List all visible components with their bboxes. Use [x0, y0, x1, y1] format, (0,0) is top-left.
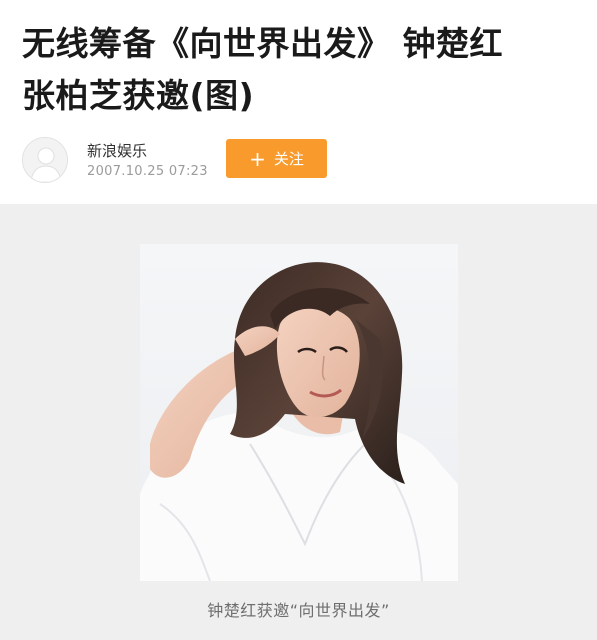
- article-photo[interactable]: [140, 244, 458, 581]
- article-page: 无线筹备《向世界出发》 钟楚红 张柏芝获邀(图) 新浪娱乐 2007.10.25…: [0, 0, 597, 640]
- article-header: 无线筹备《向世界出发》 钟楚红 张柏芝获邀(图) 新浪娱乐 2007.10.25…: [0, 0, 597, 204]
- photo-caption: 钟楚红获邀“向世界出发”: [207, 601, 390, 620]
- title-line-1: 无线筹备《向世界出发》 钟楚红: [22, 24, 503, 63]
- follow-button[interactable]: + 关注: [226, 139, 327, 178]
- follow-label: 关注: [273, 150, 304, 168]
- photo-section: 钟楚红获邀“向世界出发”: [0, 204, 597, 640]
- author-row: 新浪娱乐 2007.10.25 07:23 + 关注: [22, 135, 582, 185]
- publish-time: 2007.10.25 07:23: [87, 164, 208, 179]
- default-user-avatar-icon: [23, 138, 67, 182]
- author-avatar[interactable]: [22, 137, 68, 183]
- title-line-2: 张柏芝获邀(图): [22, 76, 255, 115]
- author-name[interactable]: 新浪娱乐: [87, 140, 147, 161]
- plus-icon: +: [249, 146, 266, 171]
- woman-portrait-image: [140, 244, 458, 581]
- article-title: 无线筹备《向世界出发》 钟楚红 张柏芝获邀(图): [22, 18, 582, 122]
